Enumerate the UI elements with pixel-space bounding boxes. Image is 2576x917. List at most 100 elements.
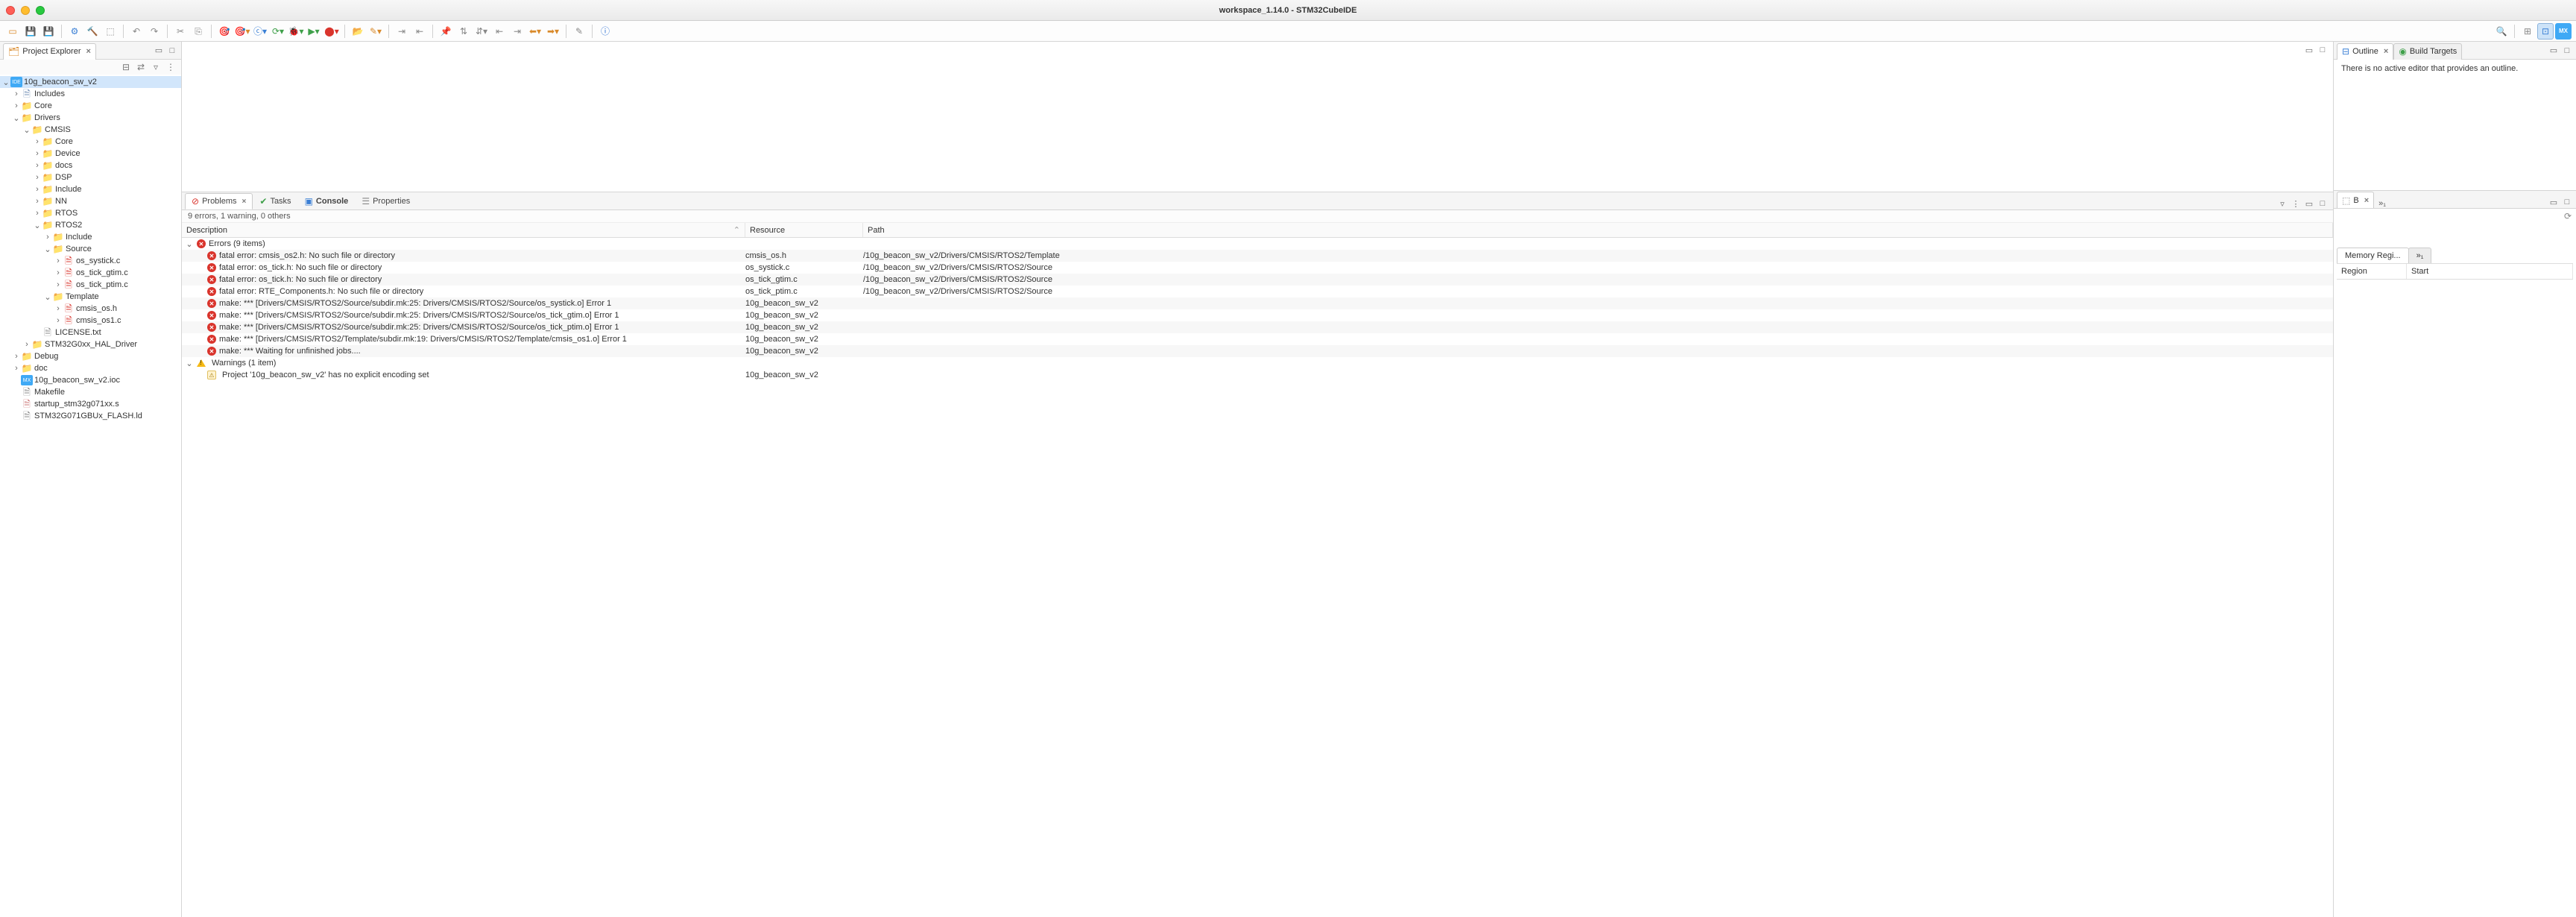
hex-button[interactable]: ⬚: [102, 23, 119, 40]
tree-makefile[interactable]: ›🗎Makefile: [0, 386, 181, 398]
perspective-button[interactable]: ⊞: [2519, 23, 2536, 40]
tree-item[interactable]: ›🗎cmsis_os1.c: [0, 315, 181, 327]
tree-item[interactable]: ›🗎cmsis_os.h: [0, 303, 181, 315]
errors-group-row[interactable]: ⌄✕Errors (9 items): [182, 238, 2333, 250]
filter-icon[interactable]: ▿: [2276, 198, 2288, 209]
disclosure-icon[interactable]: ›: [12, 101, 21, 110]
tree-item[interactable]: ›📁docs: [0, 160, 181, 171]
collapse-all-icon[interactable]: ⊟: [120, 61, 132, 73]
tree-item[interactable]: ›📁Device: [0, 148, 181, 160]
tree-item[interactable]: ›🗎os_tick_ptim.c: [0, 279, 181, 291]
stop-button[interactable]: ⬤▾: [323, 23, 340, 40]
problem-row[interactable]: ✕fatal error: RTE_Components.h: No such …: [182, 286, 2333, 297]
tree-core[interactable]: ›📁Core: [0, 100, 181, 112]
open-folder-button[interactable]: 📂: [350, 23, 366, 40]
tab-properties[interactable]: ☰Properties: [355, 193, 417, 209]
problem-row[interactable]: ✕make: *** Waiting for unfinished jobs..…: [182, 345, 2333, 357]
run-button[interactable]: ▶▾: [306, 23, 322, 40]
disclosure-icon[interactable]: ›: [54, 280, 63, 289]
copy-button[interactable]: ⎘: [190, 23, 206, 40]
disclosure-icon[interactable]: ›: [22, 340, 31, 349]
disclosure-icon[interactable]: ›: [12, 364, 21, 373]
close-icon[interactable]: ×: [2384, 47, 2388, 56]
problem-row[interactable]: ✕fatal error: os_tick.h: No such file or…: [182, 262, 2333, 274]
tab-tasks[interactable]: ✔Tasks: [253, 193, 297, 209]
tree-project-root[interactable]: ⌄ IDE 10g_beacon_sw_v2: [0, 76, 181, 88]
disclosure-icon[interactable]: ⌄: [22, 125, 31, 135]
filter-icon[interactable]: ▿: [150, 61, 162, 73]
view-menu-icon[interactable]: ⋮: [2290, 198, 2302, 209]
refresh-button[interactable]: ⟳▾: [270, 23, 286, 40]
disclosure-icon[interactable]: ›: [54, 256, 63, 265]
problem-row[interactable]: ✕make: *** [Drivers/CMSIS/RTOS2/Source/s…: [182, 309, 2333, 321]
overflow-tabs[interactable]: »₁: [2378, 199, 2386, 208]
tree-cmsis[interactable]: ⌄📁CMSIS: [0, 124, 181, 136]
undo-button[interactable]: ↶: [128, 23, 145, 40]
new-button[interactable]: ▭: [4, 23, 21, 40]
tab-memory-overflow[interactable]: »₁: [2408, 248, 2432, 263]
close-icon[interactable]: ×: [86, 47, 91, 56]
tree-rtos2-include[interactable]: ›📁Include: [0, 231, 181, 243]
disclosure-icon[interactable]: ›: [33, 197, 42, 206]
maximize-view-icon[interactable]: □: [2317, 198, 2329, 209]
project-tree[interactable]: ⌄ IDE 10g_beacon_sw_v2 ›🗎Includes ›📁Core…: [0, 75, 181, 917]
tree-item[interactable]: ›📁Include: [0, 183, 181, 195]
tree-drivers[interactable]: ⌄📁Drivers: [0, 112, 181, 124]
build-all-button[interactable]: 🔨: [84, 23, 101, 40]
tree-license[interactable]: ›🗎LICENSE.txt: [0, 327, 181, 338]
disclosure-icon[interactable]: ›: [54, 316, 63, 325]
disclosure-icon[interactable]: ›: [12, 89, 21, 98]
toggle-button[interactable]: ⇥: [394, 23, 410, 40]
tree-item[interactable]: ›📁DSP: [0, 171, 181, 183]
maximize-view-icon[interactable]: □: [2561, 196, 2573, 208]
tab-outline[interactable]: ⊟ Outline ×: [2337, 43, 2393, 60]
maximize-view-icon[interactable]: □: [166, 45, 178, 57]
disclosure-icon[interactable]: ⌄: [185, 359, 194, 368]
minimize-view-icon[interactable]: ▭: [2303, 44, 2315, 56]
pin-button[interactable]: 📌: [438, 23, 454, 40]
back-button[interactable]: ⬅▾: [527, 23, 543, 40]
minimize-view-icon[interactable]: ▭: [2548, 196, 2560, 208]
target-button[interactable]: 🎯: [216, 23, 233, 40]
tab-build-targets[interactable]: ◉ Build Targets: [2393, 43, 2462, 60]
tree-rtos2[interactable]: ⌄📁RTOS2: [0, 219, 181, 231]
wand-button[interactable]: ✎▾: [367, 23, 384, 40]
disclosure-icon[interactable]: ›: [54, 268, 63, 277]
disclosure-icon[interactable]: ›: [33, 137, 42, 146]
disclosure-icon[interactable]: ›: [33, 149, 42, 158]
nav-button-2[interactable]: ⇵▾: [473, 23, 490, 40]
tree-item[interactable]: ›📁NN: [0, 195, 181, 207]
config-button[interactable]: ⓒ▾: [252, 23, 268, 40]
problem-row[interactable]: ✕fatal error: cmsis_os2.h: No such file …: [182, 250, 2333, 262]
tree-item[interactable]: ›🗎os_systick.c: [0, 255, 181, 267]
problem-row[interactable]: ⚠Project '10g_beacon_sw_v2' has no expli…: [182, 369, 2333, 381]
perspective-mx[interactable]: MX: [2555, 23, 2572, 40]
tree-item[interactable]: ›📁RTOS: [0, 207, 181, 219]
info-button[interactable]: ⓘ: [597, 23, 613, 40]
nav-button[interactable]: ⇅: [455, 23, 472, 40]
tree-startup[interactable]: ›🗎startup_stm32g071xx.s: [0, 398, 181, 410]
tree-ioc[interactable]: ›MX10g_beacon_sw_v2.ioc: [0, 374, 181, 386]
column-region[interactable]: Region: [2337, 264, 2407, 279]
problems-table[interactable]: Description⌃ Resource Path ⌄✕Errors (9 i…: [182, 223, 2333, 917]
disclosure-icon[interactable]: ›: [43, 233, 52, 242]
refresh-icon[interactable]: ⟳: [2564, 212, 2572, 221]
minimize-view-icon[interactable]: ▭: [153, 45, 165, 57]
tree-item[interactable]: ›📁Core: [0, 136, 181, 148]
disclosure-icon[interactable]: ›: [54, 304, 63, 313]
column-description[interactable]: Description⌃: [182, 223, 745, 237]
debug-button[interactable]: 🐞▾: [288, 23, 304, 40]
close-icon[interactable]: ×: [2364, 196, 2369, 205]
maximize-view-icon[interactable]: □: [2317, 44, 2329, 56]
edit-button[interactable]: ✎: [571, 23, 587, 40]
project-explorer-tab[interactable]: 🗂 Project Explorer ×: [3, 43, 96, 60]
disclosure-icon[interactable]: ›: [33, 209, 42, 218]
disclosure-icon[interactable]: ›: [33, 185, 42, 194]
tree-flash-ld[interactable]: ›🗎STM32G071GBUx_FLASH.ld: [0, 410, 181, 422]
column-start[interactable]: Start: [2407, 264, 2573, 279]
disclosure-icon[interactable]: ⌄: [43, 245, 52, 254]
disclosure-icon[interactable]: ⌄: [43, 292, 52, 302]
perspective-c[interactable]: ⊡: [2537, 23, 2554, 40]
expand-button[interactable]: ⇥: [509, 23, 525, 40]
tree-includes[interactable]: ›🗎Includes: [0, 88, 181, 100]
